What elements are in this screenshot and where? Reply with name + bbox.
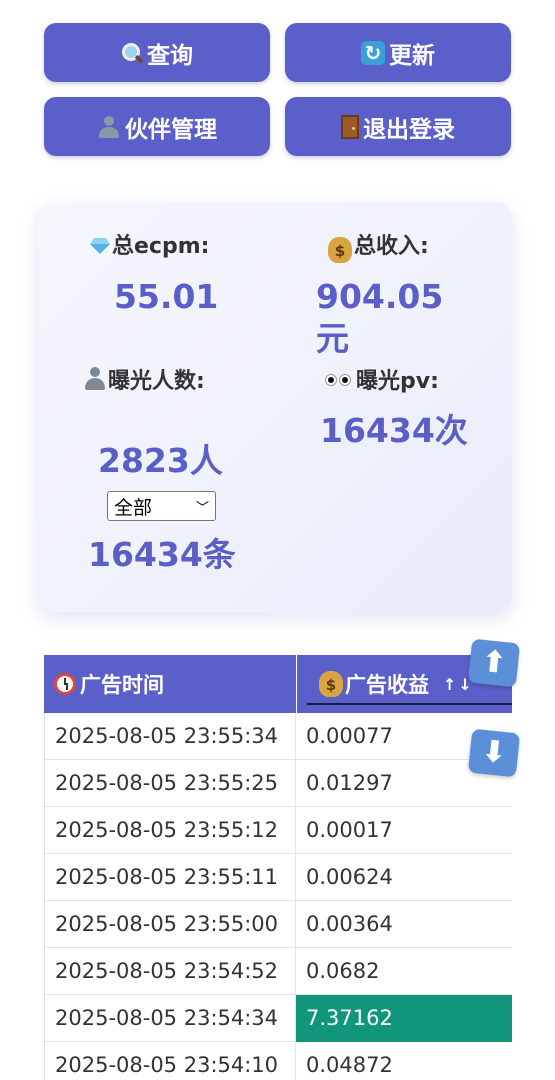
logout-button-label: 退出登录 <box>363 116 455 143</box>
total-income-label: $ 总收入: <box>328 232 429 263</box>
ad-time-cell: 2025-08-05 23:55:12 <box>44 807 295 854</box>
column-header-ad-time[interactable]: 广告时间 <box>54 655 294 713</box>
total-ecpm-value: 55.01 <box>114 277 219 316</box>
column-header-ad-income-label: 广告收益 <box>345 673 429 697</box>
exposure-pv-label: 曝光pv: <box>324 367 439 397</box>
bust-icon <box>97 115 121 139</box>
refresh-button-label: 更新 <box>389 42 435 69</box>
scroll-to-bottom-button[interactable]: ⬇ <box>467 728 521 778</box>
ad-time-cell: 2025-08-05 23:54:10 <box>44 1042 295 1080</box>
sort-underline <box>307 703 512 705</box>
ad-time-cell: 2025-08-05 23:54:34 <box>44 995 295 1042</box>
ad-time-cell: 2025-08-05 23:54:52 <box>44 948 295 995</box>
exposure-users-label: 曝光人数: <box>84 367 214 397</box>
table-row: 2025-08-05 23:55:11 0.00624 <box>44 854 512 901</box>
door-icon <box>341 114 359 139</box>
column-header-ad-time-label: 广告时间 <box>80 673 164 697</box>
table-row: 2025-08-05 23:55:25 0.01297 <box>44 760 512 807</box>
query-button[interactable]: 查询 <box>44 23 270 82</box>
exposure-users-value: 2823人 <box>98 441 223 480</box>
ad-income-cell: 0.00364 <box>295 901 512 948</box>
chevron-down-icon: ﹀ <box>195 500 209 516</box>
ad-records-table: 广告时间 $ 广告收益 ↑↓ 2025-08-05 23:55:34 0.0007… <box>44 655 512 1080</box>
ad-income-cell: 0.00624 <box>295 854 512 901</box>
ad-time-cell: 2025-08-05 23:55:25 <box>44 760 295 807</box>
ad-income-cell: 0.00017 <box>295 807 512 854</box>
table-row: 2025-08-05 23:55:12 0.00017 <box>44 807 512 854</box>
table-row: 2025-08-05 23:54:34 7.37162 <box>44 995 512 1042</box>
table-row: 2025-08-05 23:55:34 0.00077 <box>44 713 512 760</box>
ad-income-cell: 0.0682 <box>295 948 512 995</box>
partner-management-label: 伙伴管理 <box>125 116 217 143</box>
eyes-icon <box>324 372 354 388</box>
logout-button[interactable]: 退出登录 <box>285 97 511 156</box>
record-count-value: 16434条 <box>88 535 236 574</box>
magnifier-icon <box>121 42 143 64</box>
exposure-pv-label-text: 曝光pv: <box>356 369 439 394</box>
table-header: 广告时间 $ 广告收益 ↑↓ <box>44 655 512 713</box>
ad-time-cell: 2025-08-05 23:55:00 <box>44 901 295 948</box>
ad-income-cell: 0.04872 <box>295 1042 512 1080</box>
total-ecpm-label-text: 总ecpm: <box>112 234 210 259</box>
table-row: 2025-08-05 23:55:00 0.00364 <box>44 901 512 948</box>
ad-time-cell: 2025-08-05 23:55:11 <box>44 854 295 901</box>
person-icon <box>84 367 106 391</box>
total-ecpm-label: 总ecpm: <box>90 232 209 262</box>
gem-icon <box>90 238 110 254</box>
refresh-button[interactable]: ↻ 更新 <box>285 23 511 82</box>
partner-management-button[interactable]: 伙伴管理 <box>44 97 270 156</box>
money-bag-icon: $ <box>328 237 352 263</box>
exposure-pv-value: 16434次 <box>320 411 468 450</box>
total-income-label-text: 总收入: <box>354 234 429 259</box>
table-row: 2025-08-05 23:54:10 0.04872 <box>44 1042 512 1080</box>
ad-time-cell: 2025-08-05 23:55:34 <box>44 713 295 760</box>
exposure-users-label-text: 曝光人数: <box>108 369 205 394</box>
scroll-to-top-button[interactable]: ⬆ <box>467 638 521 688</box>
filter-select[interactable]: 全部 ﹀ <box>107 491 216 521</box>
money-bag-icon: $ <box>319 671 343 697</box>
query-button-label: 查询 <box>147 42 193 69</box>
refresh-icon: ↻ <box>361 40 385 65</box>
total-income-value: 904.05元 <box>316 277 444 358</box>
stats-card: 总ecpm: 55.01 $ 总收入: 904.05元 曝光人数: 2823人 曝… <box>38 202 512 612</box>
ad-income-cell: 7.37162 <box>295 995 512 1042</box>
alarm-clock-icon <box>54 673 76 695</box>
table-row: 2025-08-05 23:54:52 0.0682 <box>44 948 512 995</box>
filter-select-value: 全部 <box>114 496 153 519</box>
